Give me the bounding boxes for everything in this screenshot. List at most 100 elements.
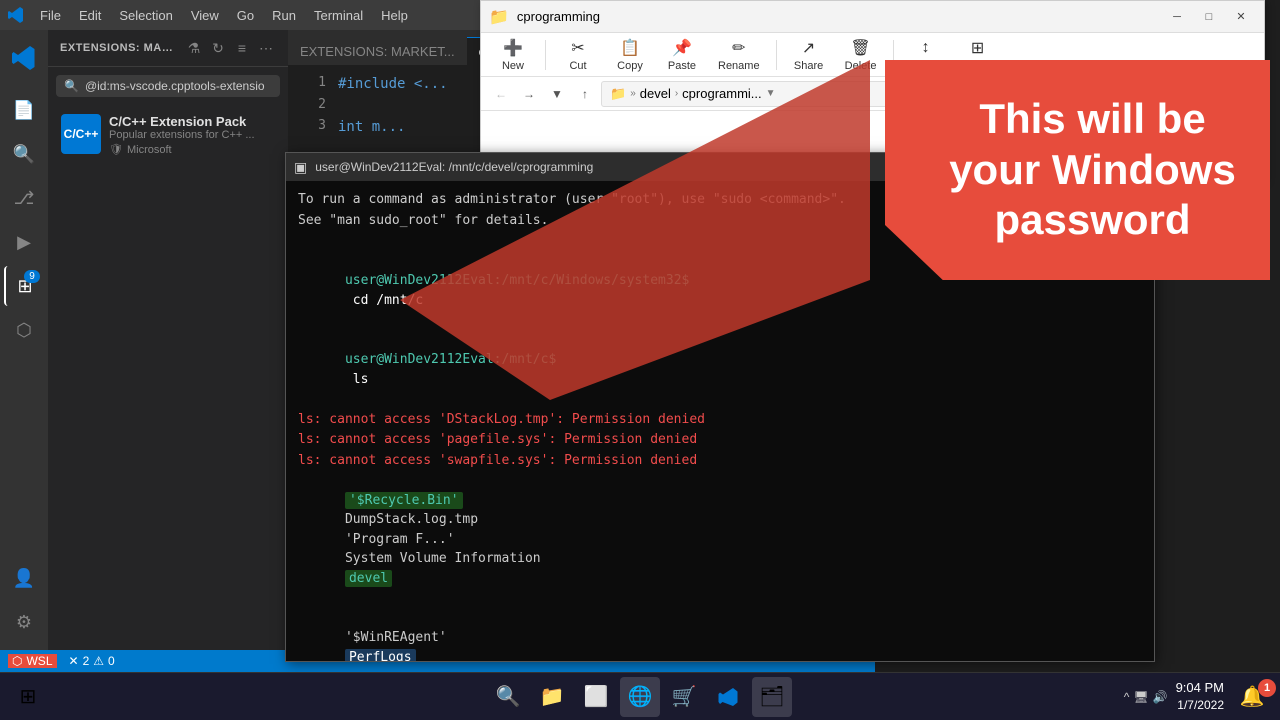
fe-minimize-button[interactable]: ─: [1162, 5, 1192, 29]
extension-icon: C/C++: [61, 114, 101, 154]
publisher-name: Microsoft: [127, 144, 172, 156]
statusbar-errors[interactable]: ✕ 2 ⚠ 0: [65, 654, 119, 668]
folder-icon: 📁: [489, 7, 509, 27]
menu-help[interactable]: Help: [373, 6, 416, 25]
share-label: Share: [794, 60, 823, 72]
menu-run[interactable]: Run: [264, 6, 304, 25]
taskbar-edge[interactable]: 🌐: [620, 677, 660, 717]
taskbar-date-display: 1/7/2022: [1176, 697, 1224, 714]
taskbar-vscode[interactable]: [708, 677, 748, 717]
filter-button[interactable]: ⚗: [184, 38, 204, 58]
terminal-icon: ▣: [294, 159, 307, 176]
fe-paste-button[interactable]: 📌 Paste: [658, 34, 706, 76]
address-chevron-3: ▼: [766, 88, 776, 99]
menu-view[interactable]: View: [183, 6, 227, 25]
term-cmd-1: cd /mnt/c: [345, 293, 423, 308]
fe-close-button[interactable]: ✕: [1226, 5, 1256, 29]
extensions-icon[interactable]: ⊞ 9: [4, 266, 44, 306]
fe-rename-button[interactable]: ✏ Rename: [710, 34, 768, 76]
taskbar-right: ^ 🖥 🔊 9:04 PM 1/7/2022 🔔 1: [1124, 677, 1272, 717]
ls-perflogs: PerfLogs: [345, 649, 416, 662]
address-chevron-2: ›: [675, 88, 678, 99]
taskbar-taskview[interactable]: ⬜: [576, 677, 616, 717]
term-cmd-2: ls: [345, 372, 368, 387]
term-prompt-2: user@WinDev2112Eval:/mnt/c$: [345, 352, 556, 367]
taskbar-explorer-icon[interactable]: 🗂: [752, 677, 792, 717]
extension-publisher: 🛡 Microsoft: [109, 143, 275, 156]
address-cprogramming: cprogrammi...: [682, 86, 761, 101]
sidebar: EXTENSIONS: MARKET... ⚗ ↻ ≡ ⋯ 🔍 C/C++ C/…: [48, 30, 288, 650]
sidebar-title: EXTENSIONS: MARKET...: [60, 42, 176, 54]
search-box: 🔍: [48, 67, 288, 105]
vscode-icon: [4, 38, 44, 78]
copy-icon: 📋: [620, 38, 640, 58]
ls-program-f: 'Program F...': [345, 532, 455, 547]
taskbar-search[interactable]: 🔍: [488, 677, 528, 717]
remote-icon[interactable]: ⬡: [4, 310, 44, 350]
taskbar-explorer: 🗂: [752, 677, 792, 717]
fe-maximize-button[interactable]: □: [1194, 5, 1224, 29]
fe-copy-button[interactable]: 📋 Copy: [606, 34, 654, 76]
fe-back-button[interactable]: ←: [489, 82, 513, 106]
menu-edit[interactable]: Edit: [71, 6, 109, 25]
new-icon: ➕: [503, 38, 523, 58]
paste-icon: 📌: [672, 38, 692, 58]
start-button[interactable]: ⊞: [8, 677, 48, 717]
remote-label: WSL: [26, 654, 52, 668]
menu-terminal[interactable]: Terminal: [306, 6, 371, 25]
fe-delete-button[interactable]: 🗑 Delete: [837, 34, 885, 76]
menu-file[interactable]: File: [32, 6, 69, 25]
remote-icon: ⬡: [12, 654, 22, 668]
fe-dropdown-button[interactable]: ▼: [545, 82, 569, 106]
line-code-3: int m...: [338, 116, 405, 138]
network-icon: 🖥: [1133, 690, 1148, 704]
term-prompt-1: user@WinDev2112Eval:/mnt/c/Windows/syste…: [345, 273, 689, 288]
menu-go[interactable]: Go: [229, 6, 262, 25]
term-error-1: ls: cannot access 'DStackLog.tmp': Permi…: [298, 410, 1142, 430]
tab-extensions[interactable]: EXTENSIONS: MARKET...: [288, 37, 467, 65]
fe-title: cprogramming: [517, 9, 1154, 24]
fe-share-button[interactable]: ↗ Share: [785, 34, 833, 76]
vscode-menu[interactable]: File Edit Selection View Go Run Terminal…: [32, 6, 416, 25]
delete-icon: 🗑: [850, 38, 870, 58]
extension-description: Popular extensions for C++ ...: [109, 129, 275, 141]
fe-up-button[interactable]: ↑: [573, 82, 597, 106]
search-icon: 🔍: [64, 79, 79, 93]
vscode-logo-icon: [8, 7, 24, 23]
search-icon[interactable]: 🔍: [4, 134, 44, 174]
extension-name: C/C++ Extension Pack: [109, 114, 275, 129]
fe-window-controls: ─ □ ✕: [1162, 5, 1256, 29]
warning-count: 0: [108, 654, 115, 668]
fe-new-button[interactable]: ➕ New: [489, 34, 537, 76]
settings-icon[interactable]: ⚙: [4, 602, 44, 642]
explorer-icon[interactable]: 📄: [4, 90, 44, 130]
fe-forward-button[interactable]: →: [517, 82, 541, 106]
fe-cut-button[interactable]: ✂ Cut: [554, 34, 602, 76]
taskbar-clock[interactable]: 9:04 PM 1/7/2022: [1176, 679, 1224, 714]
menu-selection[interactable]: Selection: [111, 6, 180, 25]
address-devel: devel: [640, 86, 671, 101]
line-number-3: 3: [296, 116, 326, 138]
term-ls-row-1: '$Recycle.Bin' DumpStack.log.tmp 'Progra…: [298, 471, 1142, 608]
ls-devel: devel: [345, 570, 392, 587]
term-ls-row-2: '$WinREAgent' PerfLogs Progr... Users pa…: [298, 609, 1142, 662]
run-icon[interactable]: ▶: [4, 222, 44, 262]
statusbar-remote[interactable]: ⬡ WSL: [8, 654, 57, 668]
callout-overlay: This will be your Windows password: [885, 60, 1270, 280]
taskbar-files[interactable]: 📁: [532, 677, 572, 717]
line-number-2: 2: [296, 95, 326, 116]
search-input[interactable]: [85, 79, 265, 93]
rename-icon: ✏: [732, 38, 745, 58]
sidebar-actions: ⚗ ↻ ≡ ⋯: [184, 38, 276, 58]
ls-winreagent: '$WinREAgent': [345, 630, 447, 645]
refresh-button[interactable]: ↻: [208, 38, 228, 58]
source-control-icon[interactable]: ⎇: [4, 178, 44, 218]
sort-button[interactable]: ≡: [232, 38, 252, 58]
extension-item[interactable]: C/C++ C/C++ Extension Pack Popular exten…: [48, 105, 288, 165]
account-icon[interactable]: 👤: [4, 558, 44, 598]
more-button[interactable]: ⋯: [256, 38, 276, 58]
volume-icon: 🔊: [1153, 690, 1168, 704]
term-error-2: ls: cannot access 'pagefile.sys': Permis…: [298, 430, 1142, 450]
search-input-wrapper[interactable]: 🔍: [56, 75, 280, 97]
taskbar-store[interactable]: 🛒: [664, 677, 704, 717]
